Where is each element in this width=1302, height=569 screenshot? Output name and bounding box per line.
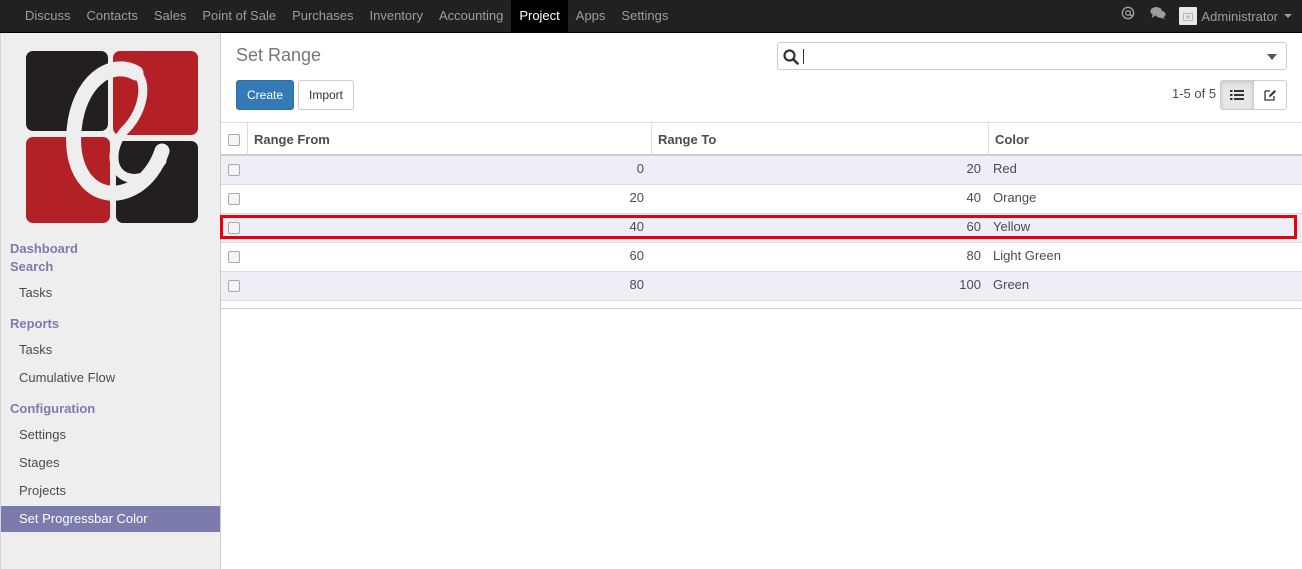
- sidebar-item-settings[interactable]: Settings: [1, 422, 220, 448]
- column-header-range-from[interactable]: Range From: [247, 123, 651, 155]
- pager-value[interactable]: 1-5 of 5: [1172, 86, 1216, 101]
- text-cursor: [803, 49, 804, 64]
- table-row[interactable]: 40 60 Yellow: [221, 214, 1302, 243]
- sidebar-item-projects[interactable]: Projects: [1, 478, 220, 504]
- main-menu: Discuss Contacts Sales Point of Sale Pur…: [17, 0, 676, 32]
- menu-accounting[interactable]: Accounting: [431, 0, 511, 32]
- cell-range-to: 20: [966, 161, 981, 176]
- nav-section-configuration: Configuration: [10, 401, 96, 416]
- table-row[interactable]: 80 100 Green: [221, 272, 1302, 301]
- search-icon: [783, 49, 799, 65]
- page-title: Set Range: [236, 45, 322, 65]
- search-input[interactable]: [777, 42, 1287, 70]
- cell-range-to: 60: [966, 219, 981, 234]
- menu-settings[interactable]: Settings: [613, 0, 676, 32]
- form-view-button[interactable]: [1253, 80, 1287, 110]
- cell-range-from: 40: [629, 219, 644, 234]
- sidebar-item-search-tasks[interactable]: Tasks: [1, 280, 220, 306]
- nav-section-dashboard[interactable]: Dashboard: [10, 241, 78, 256]
- table-footer: [221, 301, 1302, 309]
- menu-point-of-sale[interactable]: Point of Sale: [194, 0, 284, 32]
- table-header: Range From Range To Color: [221, 122, 1302, 156]
- avatar: [1179, 7, 1198, 25]
- column-header-range-to[interactable]: Range To: [651, 123, 988, 155]
- company-logo: [26, 51, 198, 223]
- cell-range-from: 60: [629, 248, 644, 263]
- top-navbar: Discuss Contacts Sales Point of Sale Pur…: [0, 0, 1302, 33]
- nav-section-reports: Reports: [10, 316, 60, 331]
- table-row[interactable]: 0 20 Red: [221, 156, 1302, 185]
- menu-project[interactable]: Project: [511, 0, 568, 32]
- menu-purchases[interactable]: Purchases: [284, 0, 361, 32]
- cell-color: Orange: [993, 190, 1037, 205]
- nav-section-search: Search: [10, 259, 54, 274]
- menu-sales[interactable]: Sales: [146, 0, 195, 32]
- menu-contacts[interactable]: Contacts: [79, 0, 146, 32]
- row-checkbox[interactable]: [228, 164, 240, 176]
- sidebar: Dashboard Search Tasks Reports Tasks Cum…: [0, 33, 221, 569]
- table-row[interactable]: 20 40 Orange: [221, 185, 1302, 214]
- select-all-checkbox[interactable]: [228, 134, 240, 146]
- user-name: Administrator: [1201, 8, 1278, 24]
- list-view-button[interactable]: [1220, 80, 1254, 110]
- table-row[interactable]: 60 80 Light Green: [221, 243, 1302, 272]
- cell-range-from: 80: [629, 277, 644, 292]
- systray: Administrator: [1113, 0, 1302, 32]
- sidebar-item-set-progressbar-color[interactable]: Set Progressbar Color: [1, 506, 220, 532]
- create-button[interactable]: Create: [236, 80, 294, 110]
- list-view-icon: [1230, 90, 1244, 100]
- import-button[interactable]: Import: [298, 80, 354, 110]
- column-header-color[interactable]: Color: [988, 123, 1302, 155]
- row-checkbox[interactable]: [228, 222, 240, 234]
- cell-color: Light Green: [993, 248, 1061, 263]
- cell-range-to: 80: [966, 248, 981, 263]
- cell-color: Green: [993, 277, 1030, 292]
- cell-color: Yellow: [993, 219, 1031, 234]
- at-icon[interactable]: [1113, 0, 1143, 32]
- row-checkbox[interactable]: [228, 193, 240, 205]
- row-checkbox[interactable]: [228, 280, 240, 292]
- sidebar-item-stages[interactable]: Stages: [1, 450, 220, 476]
- menu-discuss[interactable]: Discuss: [17, 0, 79, 32]
- cell-range-to: 100: [959, 277, 981, 292]
- sidebar-item-cumulative-flow[interactable]: Cumulative Flow: [1, 365, 220, 391]
- cell-range-from: 20: [629, 190, 644, 205]
- edit-form-icon: [1263, 90, 1276, 101]
- user-menu[interactable]: Administrator: [1173, 0, 1302, 32]
- range-table: Range From Range To Color 0 20 Red 20 40…: [221, 122, 1302, 309]
- cell-range-from: 0: [636, 161, 644, 176]
- cell-color: Red: [993, 161, 1017, 176]
- sidebar-item-reports-tasks[interactable]: Tasks: [1, 337, 220, 363]
- cell-range-to: 40: [966, 190, 981, 205]
- chat-bubbles-icon[interactable]: [1143, 0, 1173, 32]
- menu-inventory[interactable]: Inventory: [362, 0, 431, 32]
- menu-apps[interactable]: Apps: [568, 0, 614, 32]
- search-options-dropdown-icon[interactable]: [1267, 54, 1277, 60]
- chevron-down-icon: [1284, 14, 1292, 18]
- row-checkbox[interactable]: [228, 251, 240, 263]
